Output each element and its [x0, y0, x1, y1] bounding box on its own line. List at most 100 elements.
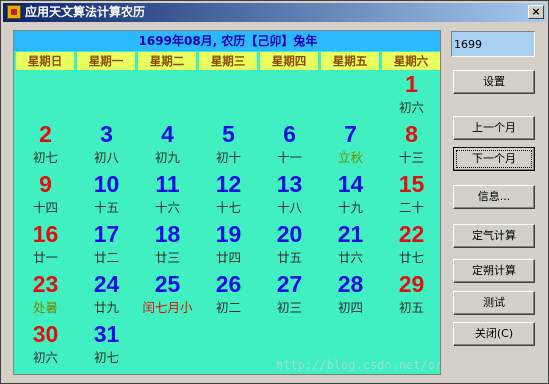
lunar-date: 廿七: [398, 250, 424, 265]
day-cell[interactable]: 9 十四: [15, 169, 76, 219]
day-cell[interactable]: 15 二十: [381, 169, 440, 219]
day-cell[interactable]: 10 十五: [76, 169, 137, 219]
next-month-button[interactable]: 下一个月: [453, 147, 535, 171]
close-icon[interactable]: ×: [528, 5, 544, 19]
year-input[interactable]: [451, 31, 535, 57]
lunar-date: 初八: [93, 150, 119, 165]
day-cell[interactable]: 31 初七: [76, 319, 137, 369]
lunar-date: 十九: [337, 200, 363, 215]
lunar-date: 初九: [154, 150, 180, 165]
day-cell[interactable]: 30 初六: [15, 319, 76, 369]
day-number: 6: [283, 121, 296, 147]
day-cell[interactable]: 4 初九: [137, 119, 198, 169]
calendar-header: 1699年08月, 农历【己卯】兔年: [14, 31, 440, 51]
day-number: 13: [276, 171, 303, 197]
day-number: 20: [276, 221, 303, 247]
day-number: 8: [405, 121, 418, 147]
day-number: 31: [93, 321, 120, 347]
day-cell[interactable]: 17 廿二: [76, 219, 137, 269]
day-number: 28: [337, 271, 364, 297]
title-bar[interactable]: 应用天文算法计算农历 ×: [3, 3, 546, 22]
app-icon: [7, 5, 21, 19]
day-cell[interactable]: 20 廿五: [259, 219, 320, 269]
day-cell[interactable]: 25 闰七月小: [137, 269, 198, 319]
day-cell[interactable]: 24 廿九: [76, 269, 137, 319]
day-cell[interactable]: 8 十三: [381, 119, 440, 169]
day-number: 10: [93, 171, 120, 197]
lunar-date: 初六: [398, 100, 424, 115]
day-number: 15: [398, 171, 425, 197]
day-cell[interactable]: 1 初六: [381, 69, 440, 119]
day-cell[interactable]: 18 廿三: [137, 219, 198, 269]
day-number: 30: [32, 321, 59, 347]
lunar-date: 初三: [276, 300, 302, 315]
day-cell[interactable]: 16 廿一: [15, 219, 76, 269]
weekday-wednesday: 星期三: [199, 52, 257, 70]
day-number: 27: [276, 271, 303, 297]
day-cell[interactable]: 5 初十: [198, 119, 259, 169]
weekday-thursday: 星期四: [260, 52, 318, 70]
lunar-date: 初七: [93, 350, 119, 365]
day-number: 18: [154, 221, 181, 247]
day-number: 23: [32, 271, 59, 297]
day-cell[interactable]: 3 初八: [76, 119, 137, 169]
day-number: 29: [398, 271, 425, 297]
lunar-date: 廿六: [337, 250, 363, 265]
lunar-date: 廿三: [154, 250, 180, 265]
prev-month-button[interactable]: 上一个月: [453, 116, 535, 140]
lunar-date: 二十: [398, 200, 424, 215]
lunar-date: 初二: [215, 300, 241, 315]
day-number: 19: [215, 221, 242, 247]
lunar-date: 廿五: [276, 250, 302, 265]
lunar-date: 初四: [337, 300, 363, 315]
day-number: 22: [398, 221, 425, 247]
test-button[interactable]: 测试: [453, 291, 535, 315]
watermark: http://blog.csdn.net/orbit/: [276, 358, 441, 372]
weekday-friday: 星期五: [321, 52, 379, 70]
lunar-date: 十七: [215, 200, 241, 215]
lunar-date: 十八: [276, 200, 302, 215]
day-cell[interactable]: 19 廿四: [198, 219, 259, 269]
day-cell[interactable]: 14 十九: [320, 169, 381, 219]
settings-button[interactable]: 设置: [453, 70, 535, 94]
day-number: 4: [161, 121, 174, 147]
window-title: 应用天文算法计算农历: [25, 5, 146, 19]
day-cell[interactable]: 29 初五: [381, 269, 440, 319]
day-cell[interactable]: 11 十六: [137, 169, 198, 219]
day-number: 16: [32, 221, 59, 247]
day-cell[interactable]: 6 十一: [259, 119, 320, 169]
lunar-date: 十一: [276, 150, 302, 165]
lunar-date: 廿一: [32, 250, 58, 265]
day-cell[interactable]: 23 处暑: [15, 269, 76, 319]
weekday-tuesday: 星期二: [138, 52, 196, 70]
day-number: 21: [337, 221, 364, 247]
day-number: 24: [93, 271, 120, 297]
lunar-date: 初十: [215, 150, 241, 165]
day-number: 14: [337, 171, 364, 197]
solar-terms-button[interactable]: 定气计算: [453, 224, 535, 248]
day-number: 12: [215, 171, 242, 197]
day-cell[interactable]: 22 廿七: [381, 219, 440, 269]
lunar-date: 廿二: [93, 250, 119, 265]
day-number: 26: [215, 271, 242, 297]
day-number: 1: [405, 71, 418, 97]
lunar-date: 处暑: [32, 300, 58, 315]
day-cell[interactable]: 12 十七: [198, 169, 259, 219]
calendar-view: 1699年08月, 农历【己卯】兔年 星期日 星期一 星期二 星期三 星期四 星…: [13, 30, 441, 375]
day-cell[interactable]: 2 初七: [15, 119, 76, 169]
day-cell[interactable]: 13 十八: [259, 169, 320, 219]
lunar-date: 廿四: [215, 250, 241, 265]
day-number: 9: [39, 171, 52, 197]
day-cell[interactable]: 27 初三: [259, 269, 320, 319]
info-button[interactable]: 信息...: [453, 185, 535, 209]
day-cell[interactable]: 28 初四: [320, 269, 381, 319]
lunar-date: 十六: [154, 200, 180, 215]
day-cell[interactable]: 7 立秋: [320, 119, 381, 169]
day-number: 2: [39, 121, 52, 147]
app-window: 应用天文算法计算农历 × 1699年08月, 农历【己卯】兔年 星期日 星期一 …: [0, 0, 549, 384]
lunar-date: 十五: [93, 200, 119, 215]
day-cell[interactable]: 21 廿六: [320, 219, 381, 269]
new-moons-button[interactable]: 定朔计算: [453, 259, 535, 283]
day-cell[interactable]: 26 初二: [198, 269, 259, 319]
close-button[interactable]: 关闭(C): [453, 322, 535, 346]
